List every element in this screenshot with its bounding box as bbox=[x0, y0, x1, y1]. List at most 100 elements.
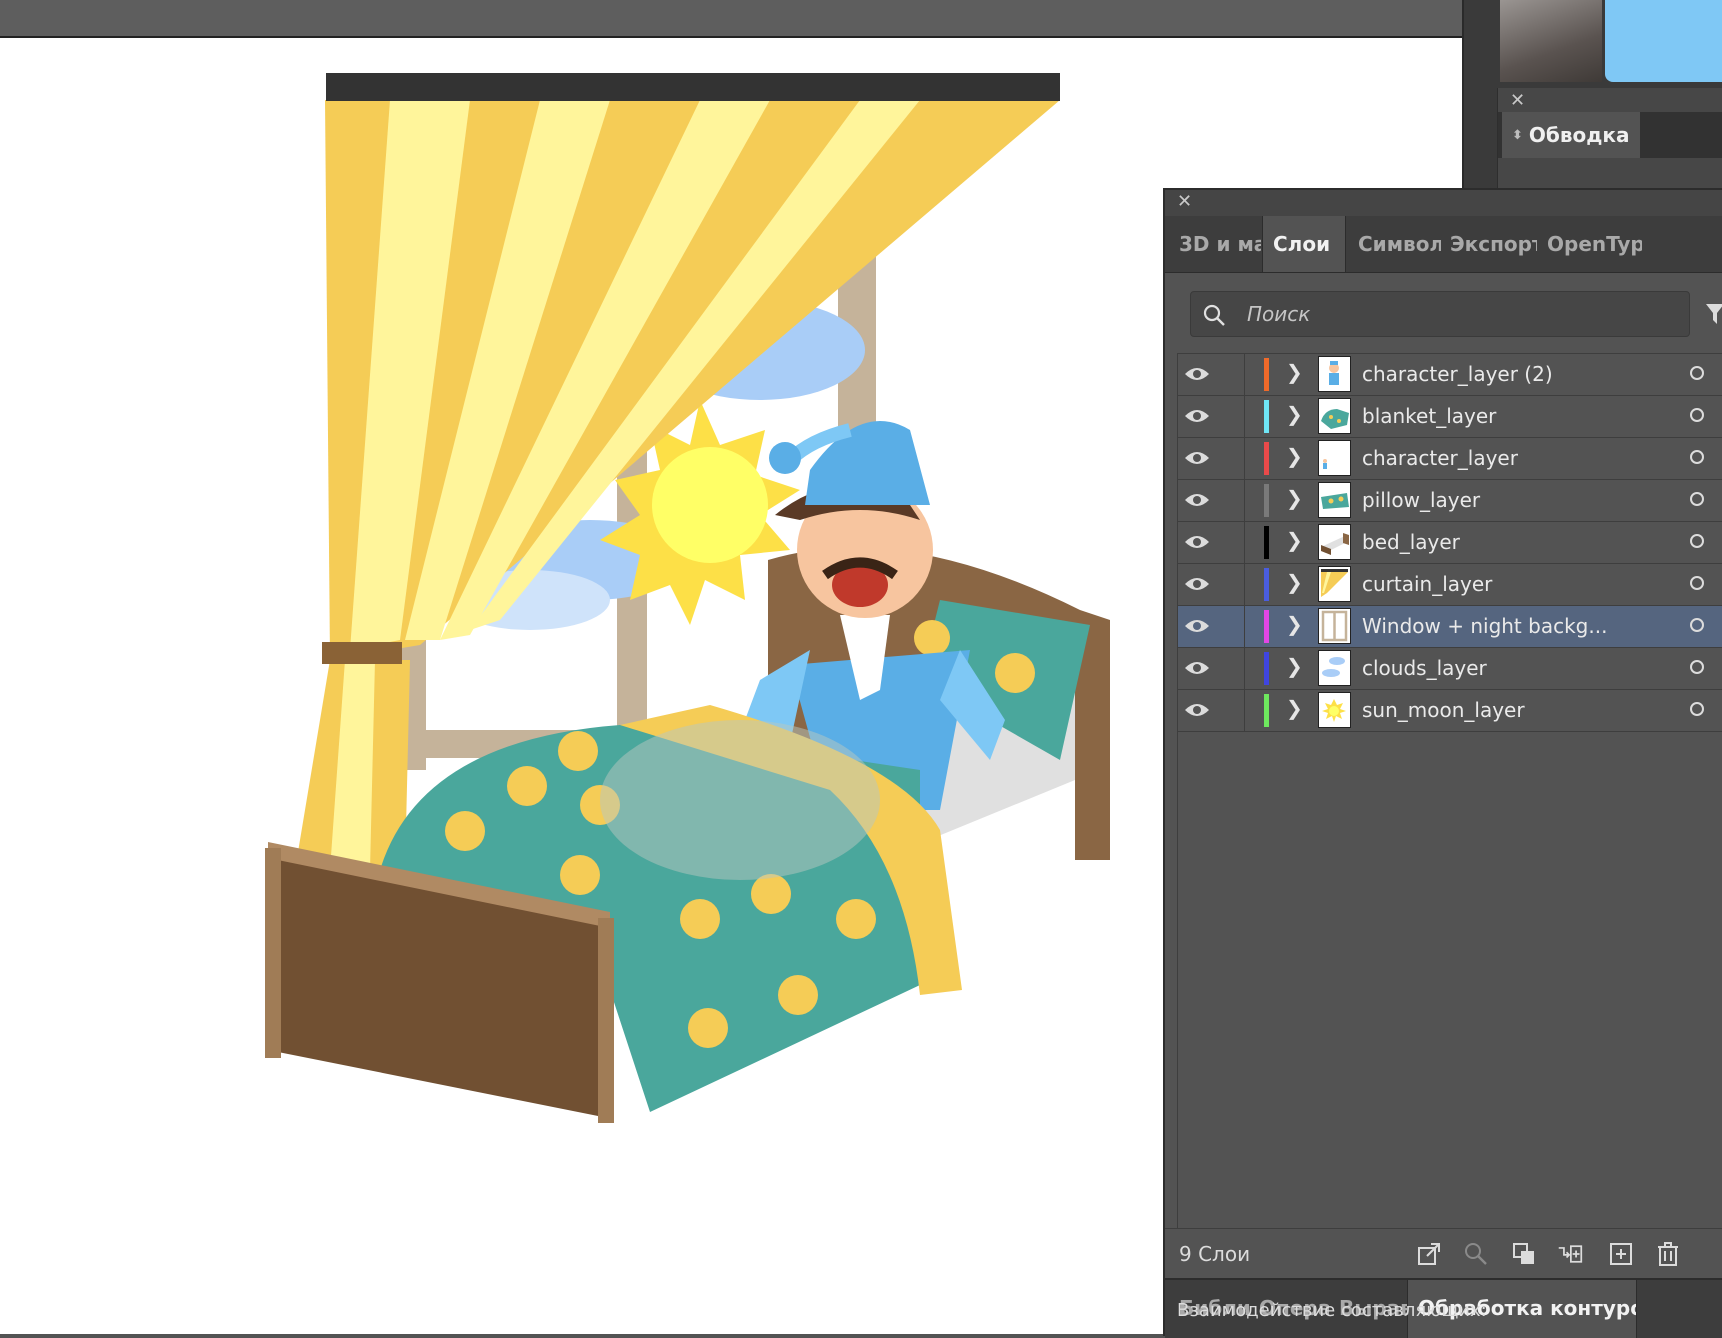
layer-count: 9 Слои bbox=[1179, 1242, 1251, 1266]
layer-color-tag bbox=[1264, 526, 1269, 559]
chevron-right-icon[interactable]: ❯ bbox=[1286, 486, 1303, 510]
trash-icon[interactable] bbox=[1655, 1241, 1681, 1267]
layer-color-tag bbox=[1264, 694, 1269, 727]
close-icon[interactable]: ✕ bbox=[1177, 191, 1192, 212]
target-circle-icon[interactable] bbox=[1690, 576, 1704, 590]
layer-name[interactable]: character_layer (2) bbox=[1362, 354, 1553, 395]
export-icon[interactable] bbox=[1416, 1241, 1442, 1267]
chevron-right-icon[interactable]: ❯ bbox=[1286, 402, 1303, 426]
eye-icon[interactable] bbox=[1184, 574, 1210, 594]
layer-name[interactable]: sun_moon_layer bbox=[1362, 690, 1525, 731]
layer-thumbnail bbox=[1318, 608, 1351, 644]
layer-color-tag bbox=[1264, 442, 1269, 475]
tab-layers[interactable]: Слои bbox=[1262, 216, 1346, 272]
layer-row[interactable]: ❯ character_layer bbox=[1178, 438, 1722, 480]
tab-stroke[interactable]: ⬍ Обводка bbox=[1502, 112, 1640, 158]
eye-icon[interactable] bbox=[1184, 406, 1210, 426]
layer-row[interactable]: ❯ pillow_layer bbox=[1178, 480, 1722, 522]
clipping-mask-icon[interactable] bbox=[1511, 1241, 1537, 1267]
chevron-right-icon[interactable]: ❯ bbox=[1286, 612, 1303, 636]
target-circle-icon[interactable] bbox=[1690, 618, 1704, 632]
target-circle-icon[interactable] bbox=[1690, 534, 1704, 548]
layer-thumbnail bbox=[1318, 524, 1351, 560]
eye-icon[interactable] bbox=[1184, 364, 1210, 384]
new-layer-icon[interactable] bbox=[1608, 1241, 1634, 1267]
target-circle-icon[interactable] bbox=[1690, 492, 1704, 506]
layer-list: ❯ character_layer (2) ❯ blanket_layer ❯ bbox=[1177, 353, 1722, 1228]
curtain-rod bbox=[326, 73, 1060, 101]
tab-3d-materials[interactable]: 3D и мат bbox=[1169, 216, 1261, 272]
layer-color-tag bbox=[1264, 568, 1269, 601]
layer-name[interactable]: curtain_layer bbox=[1362, 564, 1492, 605]
layer-name[interactable]: character_layer bbox=[1362, 438, 1518, 479]
layer-thumbnail bbox=[1318, 566, 1351, 602]
close-icon[interactable]: ✕ bbox=[1510, 90, 1525, 111]
new-sublayer-icon[interactable] bbox=[1557, 1241, 1583, 1267]
search-placeholder: Поиск bbox=[1247, 302, 1311, 326]
layer-color-tag bbox=[1264, 358, 1269, 391]
layer-thumbnail bbox=[1318, 356, 1351, 392]
target-circle-icon[interactable] bbox=[1690, 660, 1704, 674]
layer-row[interactable]: ❯ curtain_layer bbox=[1178, 564, 1722, 606]
color-swatch-thumbnail[interactable] bbox=[1605, 0, 1722, 82]
stroke-panel: ✕ ⬍ Обводка bbox=[1497, 88, 1722, 188]
layer-color-tag bbox=[1264, 484, 1269, 517]
eye-icon[interactable] bbox=[1184, 616, 1210, 636]
tab-export[interactable]: Экспорт bbox=[1440, 216, 1537, 272]
locate-object-icon[interactable] bbox=[1463, 1241, 1489, 1267]
eye-icon[interactable] bbox=[1184, 448, 1210, 468]
layer-color-tag bbox=[1264, 400, 1269, 433]
layer-name[interactable]: blanket_layer bbox=[1362, 396, 1496, 437]
divider bbox=[1244, 648, 1245, 689]
layer-thumbnail bbox=[1318, 692, 1351, 728]
search-input[interactable]: Поиск bbox=[1190, 291, 1690, 337]
layer-thumbnail bbox=[1318, 398, 1351, 434]
divider bbox=[1244, 438, 1245, 479]
eye-icon[interactable] bbox=[1184, 532, 1210, 552]
eye-icon[interactable] bbox=[1184, 490, 1210, 510]
panel-tabs: 3D и мат Слои Символ Экспорт OpenTyp bbox=[1165, 216, 1722, 273]
pathfinder-label: Взаимодействие составляющих: bbox=[1177, 1300, 1487, 1321]
layer-color-tag bbox=[1264, 610, 1269, 643]
layer-row[interactable]: ❯ blanket_layer bbox=[1178, 396, 1722, 438]
layer-name[interactable]: bed_layer bbox=[1362, 522, 1460, 563]
divider bbox=[1244, 606, 1245, 647]
layer-name[interactable]: clouds_layer bbox=[1362, 648, 1487, 689]
layer-row-selected[interactable]: ❯ Window + night backg... bbox=[1178, 606, 1722, 648]
filter-icon[interactable] bbox=[1706, 300, 1722, 326]
divider bbox=[1244, 522, 1245, 563]
divider bbox=[1244, 354, 1245, 395]
chevron-right-icon[interactable]: ❯ bbox=[1286, 696, 1303, 720]
divider bbox=[1244, 564, 1245, 605]
chevron-right-icon[interactable]: ❯ bbox=[1286, 360, 1303, 384]
layers-panel: ✕ 3D и мат Слои Символ Экспорт OpenTyp П… bbox=[1163, 188, 1722, 1338]
layer-name[interactable]: Window + night backg... bbox=[1362, 606, 1607, 647]
target-circle-icon[interactable] bbox=[1690, 702, 1704, 716]
layer-row[interactable]: ❯ bed_layer bbox=[1178, 522, 1722, 564]
chevron-right-icon[interactable]: ❯ bbox=[1286, 528, 1303, 552]
divider bbox=[1244, 480, 1245, 521]
target-circle-icon[interactable] bbox=[1690, 366, 1704, 380]
layer-row[interactable]: ❯ sun_moon_layer bbox=[1178, 690, 1722, 732]
eye-icon[interactable] bbox=[1184, 700, 1210, 720]
layer-row[interactable]: ❯ clouds_layer bbox=[1178, 648, 1722, 690]
layer-thumbnail bbox=[1318, 482, 1351, 518]
layer-thumbnail bbox=[1318, 440, 1351, 476]
expand-arrows-icon[interactable]: ⬍ bbox=[1512, 128, 1523, 143]
divider bbox=[1244, 690, 1245, 731]
search-icon bbox=[1203, 304, 1225, 326]
chevron-right-icon[interactable]: ❯ bbox=[1286, 444, 1303, 468]
tab-symbols[interactable]: Символ bbox=[1348, 216, 1441, 272]
target-circle-icon[interactable] bbox=[1690, 408, 1704, 422]
layer-row[interactable]: ❯ character_layer (2) bbox=[1178, 354, 1722, 396]
chevron-right-icon[interactable]: ❯ bbox=[1286, 654, 1303, 678]
app-top-bar bbox=[0, 0, 1462, 38]
layers-footer: 9 Слои bbox=[1165, 1228, 1722, 1279]
target-circle-icon[interactable] bbox=[1690, 450, 1704, 464]
chevron-right-icon[interactable]: ❯ bbox=[1286, 570, 1303, 594]
tab-opentype[interactable]: OpenTyp bbox=[1537, 216, 1642, 272]
layer-thumbnail bbox=[1318, 650, 1351, 686]
preview-thumbnail[interactable] bbox=[1500, 0, 1602, 82]
eye-icon[interactable] bbox=[1184, 658, 1210, 678]
layer-name[interactable]: pillow_layer bbox=[1362, 480, 1480, 521]
